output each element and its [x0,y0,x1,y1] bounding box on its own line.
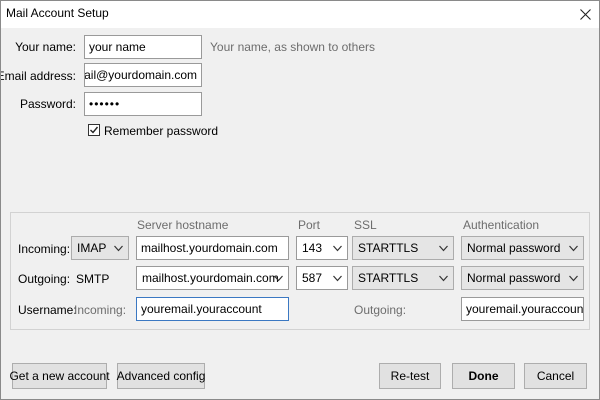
outgoing-port-select[interactable]: 587 [296,266,348,290]
window-frame [0,0,600,400]
password-input[interactable]: •••••• [84,92,202,116]
incoming-ssl-select[interactable]: STARTTLS [352,236,454,260]
advanced-config-button[interactable]: Advanced config [117,363,205,389]
incoming-protocol-select[interactable]: IMAP [71,236,129,260]
chevron-down-icon [333,275,342,282]
chevron-down-icon [114,245,123,252]
title-bar: Mail Account Setup [0,0,600,28]
chevron-down-icon [569,245,578,252]
incoming-port-value: 143 [302,241,323,255]
email-label: Email address: [0,69,76,83]
close-icon [579,8,591,20]
name-input[interactable]: your name [84,35,202,59]
name-hint: Your name, as shown to others [210,40,375,54]
email-input[interactable]: email@yourdomain.com [84,63,202,87]
outgoing-label: Outgoing: [18,272,71,286]
window-title: Mail Account Setup [6,6,109,20]
name-label: Your name: [15,40,76,54]
username-outgoing-label: Outgoing: [354,303,407,317]
outgoing-auth-select[interactable]: Normal password [461,266,584,290]
username-label: Username: [18,303,77,317]
outgoing-protocol: SMTP [76,272,110,286]
incoming-auth-select[interactable]: Normal password [461,236,584,260]
get-new-account-button[interactable]: Get a new account [9,363,110,389]
outgoing-auth-value: Normal password [467,271,561,285]
outgoing-hostname-select[interactable]: mailhost.yourdomain.com [136,266,289,290]
cancel-button[interactable]: Cancel [524,363,587,389]
header-authentication: Authentication [463,218,540,232]
done-button[interactable]: Done [452,363,515,389]
chevron-down-icon [439,275,448,282]
incoming-username-input[interactable]: youremail.youraccount [136,297,289,321]
remember-password-label: Remember password [104,124,219,138]
outgoing-ssl-value: STARTTLS [358,271,419,285]
incoming-ssl-value: STARTTLS [358,241,419,255]
chevron-down-icon [569,275,578,282]
outgoing-username-input[interactable]: youremail.youraccount [461,297,584,321]
incoming-hostname-input[interactable]: mailhost.yourdomain.com [136,236,289,260]
outgoing-hostname-value: mailhost.yourdomain.com [142,271,279,285]
incoming-port-select[interactable]: 143 [296,236,348,260]
username-incoming-label: Incoming: [74,303,127,317]
incoming-protocol-value: IMAP [77,241,107,255]
outgoing-port-value: 587 [302,271,323,285]
header-port: Port [298,218,321,232]
checkmark-icon [90,126,99,134]
outgoing-ssl-select[interactable]: STARTTLS [352,266,454,290]
chevron-down-icon [274,275,283,282]
header-server-hostname: Server hostname [137,218,229,232]
remember-password-checkbox[interactable] [88,124,100,136]
chevron-down-icon [333,245,342,252]
retest-button[interactable]: Re-test [379,363,441,389]
chevron-down-icon [439,245,448,252]
password-label: Password: [19,97,76,111]
header-ssl: SSL [354,218,377,232]
incoming-auth-value: Normal password [467,241,561,255]
incoming-label: Incoming: [18,242,71,256]
close-button[interactable] [570,0,600,28]
